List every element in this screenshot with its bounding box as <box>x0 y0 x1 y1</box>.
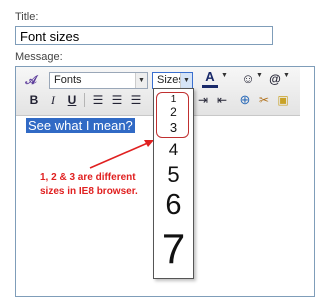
arrow-line <box>89 141 151 169</box>
sizes-dropdown: 1 2 3 4 5 6 7 <box>153 88 194 279</box>
size-option-6[interactable]: 6 <box>154 189 193 221</box>
size-option-5[interactable]: 5 <box>154 162 193 187</box>
annotation-arrow <box>89 140 154 169</box>
size-option-4[interactable]: 4 <box>154 140 193 160</box>
highlight-box <box>156 92 189 138</box>
size-option-7[interactable]: 7 <box>154 226 193 272</box>
